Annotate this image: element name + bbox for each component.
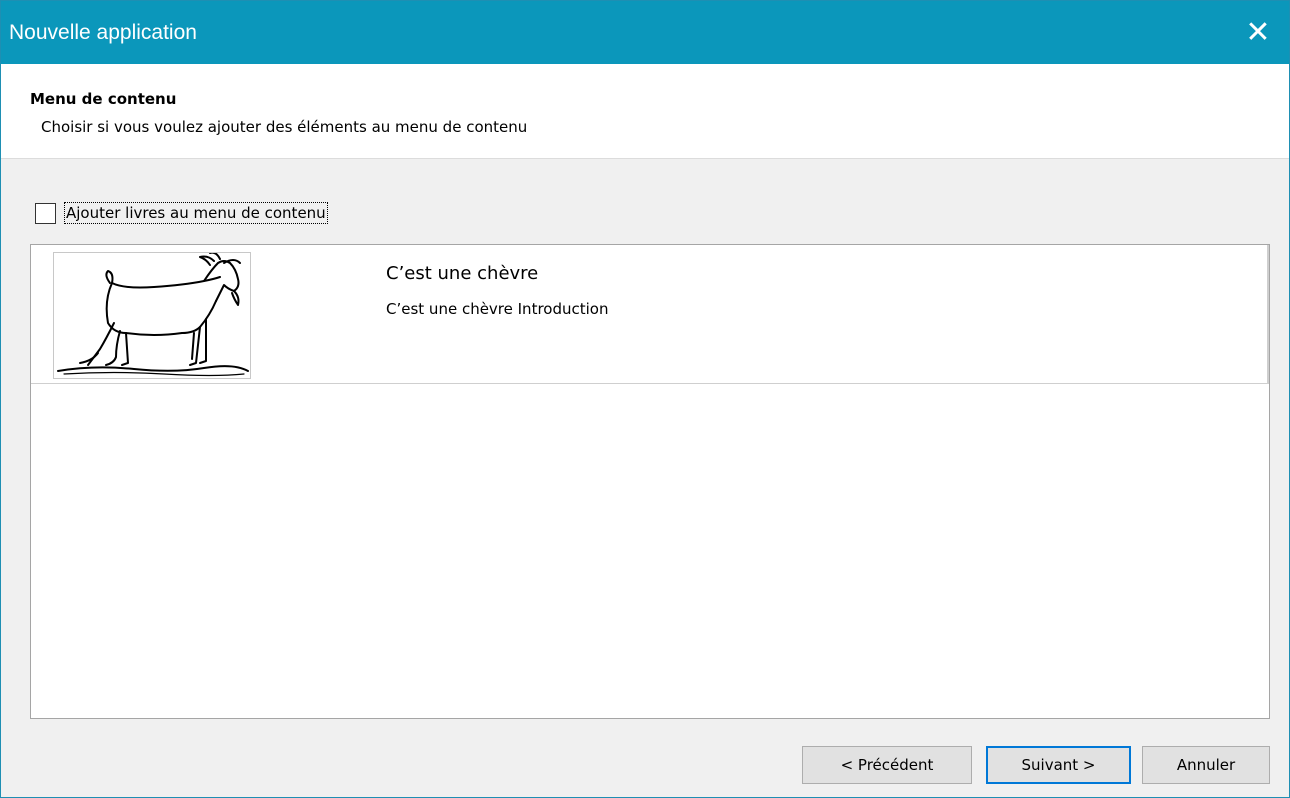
goat-thumbnail — [53, 251, 251, 379]
close-button[interactable]: ✕ — [1227, 1, 1289, 64]
content-list[interactable]: C’est une chèvre C’est une chèvre Introd… — [30, 244, 1270, 719]
close-icon: ✕ — [1245, 15, 1271, 50]
add-books-checkbox[interactable] — [35, 202, 56, 224]
list-item-title: C’est une chèvre — [386, 263, 539, 284]
goat-drawing-icon — [57, 251, 249, 377]
window-title: Nouvelle application — [9, 21, 197, 44]
wizard-header: Menu de contenu Choisir si vous voulez a… — [1, 64, 1289, 159]
title-bar: Nouvelle application ✕ — [1, 1, 1289, 64]
list-item[interactable]: C’est une chèvre C’est une chèvre Introd… — [31, 245, 1269, 384]
list-item-description: C’est une chèvre Introduction — [386, 300, 609, 318]
cancel-button[interactable]: Annuler — [1142, 746, 1270, 784]
next-button[interactable]: Suivant > — [986, 746, 1131, 784]
page-title: Menu de contenu — [30, 90, 177, 108]
dialog-window: Nouvelle application ✕ Menu de contenu C… — [0, 0, 1290, 798]
add-books-option[interactable]: Ajouter livres au menu de contenu — [35, 198, 328, 228]
add-books-checkbox-label[interactable]: Ajouter livres au menu de contenu — [64, 202, 328, 224]
previous-button[interactable]: < Précédent — [802, 746, 972, 784]
page-subtitle: Choisir si vous voulez ajouter des éléme… — [41, 118, 528, 136]
